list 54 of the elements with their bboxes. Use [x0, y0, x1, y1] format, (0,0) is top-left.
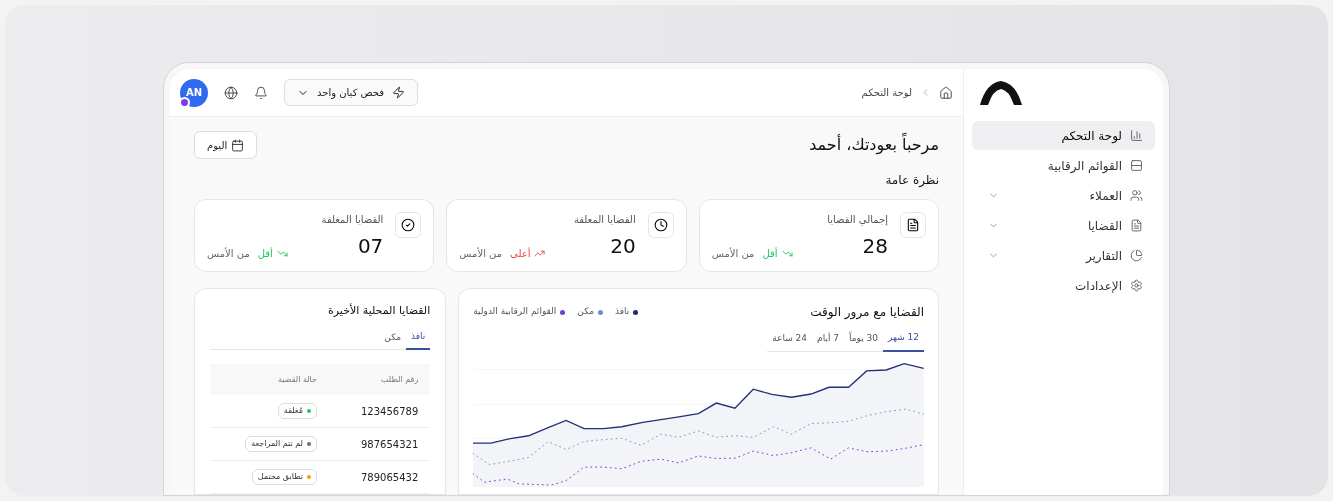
welcome-title: مرحباً بعودتك، أحمد [809, 133, 939, 157]
status-badge: لم تتم المراجعة [245, 436, 317, 452]
globe-icon[interactable] [224, 85, 238, 100]
sidebar-item[interactable]: لوحة التحكم [972, 121, 1155, 150]
trend-label: أقل [257, 246, 273, 261]
document-icon [900, 212, 926, 238]
stat-label: القضايا المغلقة [320, 213, 384, 227]
rows-icon [1130, 159, 1143, 172]
entity-check-button[interactable]: فحص كيان واحد [284, 79, 419, 106]
table-cell-text: 987654321 [360, 437, 419, 452]
legend-label: نافذ [615, 305, 630, 319]
table-tab[interactable]: مكن [379, 329, 406, 350]
document-icon [1130, 219, 1143, 232]
table-cell-text: 789065432 [360, 470, 419, 485]
user-avatar[interactable]: AN [180, 78, 208, 107]
table-cell-text: 123456789 [360, 404, 419, 419]
trend-note: من الأمس [711, 246, 755, 261]
column-header: حالة القضية [277, 373, 317, 386]
legend-label: القوائم الرقابية الدولية [473, 305, 557, 319]
chart-title: القضايا مع مرور الوقت [810, 304, 924, 321]
status-badge: مُغلقة [277, 403, 317, 419]
period-tab[interactable]: 12 شهر [883, 331, 924, 352]
users-icon [1130, 189, 1143, 202]
stat-label: القضايا المعلقة [572, 213, 636, 227]
clock-icon [647, 212, 674, 238]
period-tab[interactable]: 24 ساعة [767, 331, 813, 352]
calendar-icon [231, 138, 245, 152]
home-icon[interactable] [939, 85, 953, 100]
column-header: رقم الطلب [380, 373, 419, 386]
section-title: نظرة عامة [884, 172, 939, 189]
status-badge: تطابق محتمل [251, 469, 317, 485]
period-tab[interactable]: 30 يوماً [844, 331, 883, 352]
trend-note: من الأمس [207, 246, 250, 261]
logo-icon [980, 81, 1022, 105]
chevron-icon [988, 250, 999, 261]
stat-label: إجمالي القضايا [826, 213, 888, 227]
pie-chart-icon [1130, 249, 1143, 262]
lightning-icon [392, 86, 406, 99]
table-tab[interactable]: نافذ [406, 329, 431, 350]
date-button[interactable]: اليوم [194, 131, 258, 159]
settings-icon [1130, 279, 1143, 292]
stat-value: 07 [357, 233, 384, 260]
bar-chart-icon [1130, 129, 1143, 142]
stat-value: 20 [610, 233, 636, 260]
table-title: القضايا المحلية الأخيرة [327, 303, 431, 319]
trend-note: من الأمس [459, 246, 503, 261]
trend-label: أعلى [510, 246, 531, 261]
breadcrumb[interactable]: لوحة التحكم [861, 85, 912, 100]
legend-label: مكن [577, 305, 594, 319]
status-badge-icon [179, 96, 190, 108]
period-tab[interactable]: 7 أيام [812, 331, 844, 352]
trend-label: أقل [762, 246, 778, 261]
notifications-icon[interactable] [254, 85, 268, 100]
stat-value: 28 [862, 233, 888, 260]
